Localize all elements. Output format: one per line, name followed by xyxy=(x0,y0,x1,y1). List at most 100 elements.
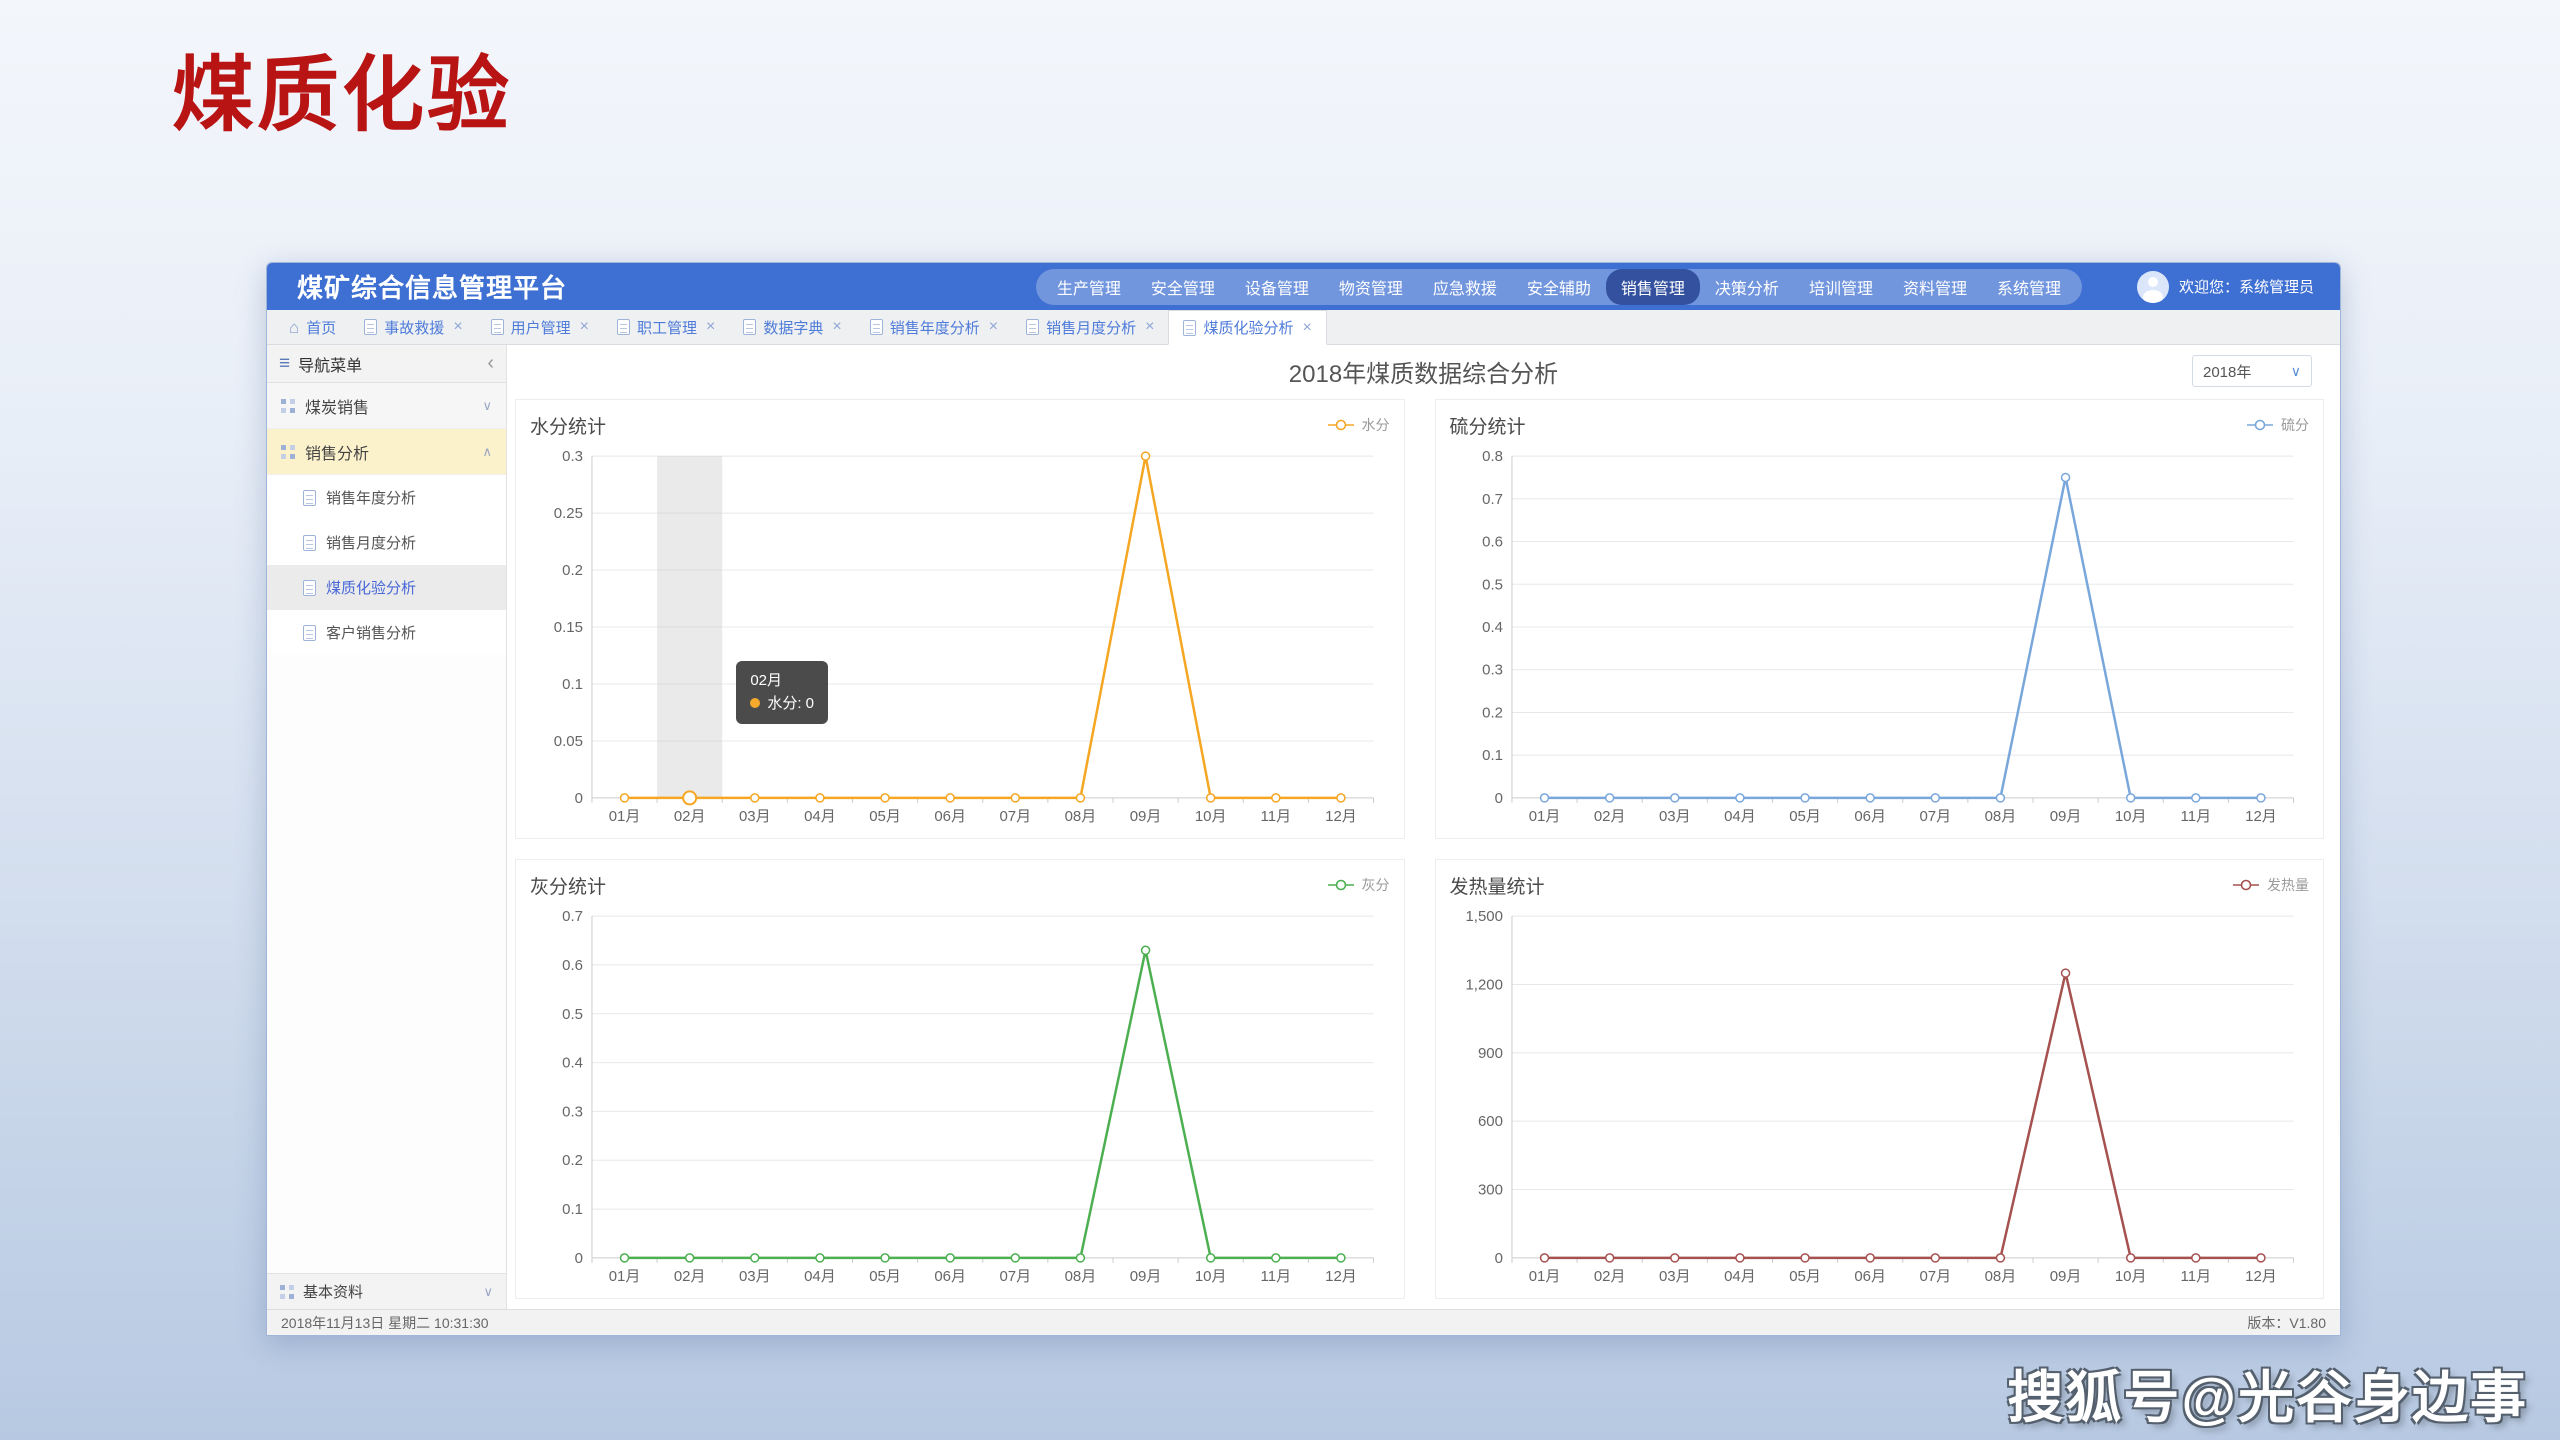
tab-data-dict[interactable]: 数据字典× xyxy=(729,310,855,344)
tab-coal-quality[interactable]: 煤质化验分析× xyxy=(1168,310,1326,345)
sidebar-item-coal-quality-analysis[interactable]: 煤质化验分析 xyxy=(267,565,506,610)
chart-plot-ash[interactable]: 00.10.20.30.40.50.60.701月02月03月04月05月06月… xyxy=(530,902,1390,1294)
chart-legend-moisture[interactable]: 水分 xyxy=(1326,415,1390,435)
nav-item-materials[interactable]: 物资管理 xyxy=(1324,269,1418,305)
y-tick-label: 1,500 xyxy=(1465,908,1503,925)
data-point xyxy=(1605,1254,1613,1262)
x-tick-label: 03月 xyxy=(1658,808,1690,825)
content-header: 2018年煤质数据综合分析 2018年 ∨ xyxy=(507,345,2340,397)
nav-item-sales[interactable]: 销售管理 xyxy=(1606,269,1700,305)
x-tick-label: 01月 xyxy=(609,1268,641,1285)
sidebar-header-label: 导航菜单 xyxy=(298,352,362,376)
chart-canvas-moisture[interactable]: 00.050.10.150.20.250.301月02月03月04月05月06月… xyxy=(530,442,1390,834)
x-tick-label: 09月 xyxy=(1130,1268,1162,1285)
x-tick-label: 11月 xyxy=(1261,808,1292,825)
nav-item-archives[interactable]: 资料管理 xyxy=(1888,269,1982,305)
document-icon xyxy=(364,319,377,335)
chart-panel-header: 发热量统计 发热量 xyxy=(1450,868,2310,902)
close-icon[interactable]: × xyxy=(580,318,589,336)
data-point xyxy=(816,1254,824,1262)
nav-item-safety-assist[interactable]: 安全辅助 xyxy=(1512,269,1606,305)
chart-panel-header: 水分统计 水分 xyxy=(530,408,1390,442)
data-point xyxy=(2126,794,2134,802)
chart-legend-sulfur[interactable]: 硫分 xyxy=(2245,415,2309,435)
nav-item-equipment[interactable]: 设备管理 xyxy=(1230,269,1324,305)
nav-item-production[interactable]: 生产管理 xyxy=(1042,269,1136,305)
sidebar-group-coal-sales[interactable]: 煤炭销售∨ xyxy=(267,383,506,429)
nav-item-decision[interactable]: 决策分析 xyxy=(1700,269,1794,305)
chart-plot-calorific[interactable]: 03006009001,2001,50001月02月03月04月05月06月07… xyxy=(1450,902,2310,1294)
close-icon[interactable]: × xyxy=(706,318,715,336)
chevron-down-icon: ∨ xyxy=(2291,363,2301,380)
nav-item-safety[interactable]: 安全管理 xyxy=(1136,269,1230,305)
chart-canvas-ash[interactable]: 00.10.20.30.40.50.60.701月02月03月04月05月06月… xyxy=(530,902,1390,1294)
close-icon[interactable]: × xyxy=(1302,319,1311,337)
sidebar-item-label: 客户销售分析 xyxy=(326,622,416,643)
x-tick-label: 10月 xyxy=(2114,1268,2146,1285)
chart-legend-ash[interactable]: 灰分 xyxy=(1326,875,1390,895)
y-tick-label: 0.3 xyxy=(1482,662,1503,679)
close-icon[interactable]: × xyxy=(453,318,462,336)
sidebar-header[interactable]: ≡ 导航菜单 ‹ xyxy=(267,345,506,383)
tab-home[interactable]: ⌂ 首页 xyxy=(275,310,350,344)
y-tick-label: 0.5 xyxy=(1482,576,1503,593)
sidebar-item-basic-info[interactable]: 基本资料 ∨ xyxy=(267,1273,506,1309)
chart-canvas-sulfur[interactable]: 00.10.20.30.40.50.60.70.801月02月03月04月05月… xyxy=(1450,442,2310,834)
page-background: 煤质化验 煤矿综合信息管理平台 生产管理安全管理设备管理物资管理应急救援安全辅助… xyxy=(0,0,2560,1440)
menu-layers-icon: ≡ xyxy=(279,354,290,373)
y-tick-label: 0.3 xyxy=(562,448,583,465)
year-select[interactable]: 2018年 ∨ xyxy=(2192,355,2312,387)
close-icon[interactable]: × xyxy=(832,318,841,336)
tab-label: 用户管理 xyxy=(511,317,571,338)
x-tick-label: 10月 xyxy=(1195,808,1227,825)
chart-title: 水分统计 xyxy=(530,412,606,439)
home-icon: ⌂ xyxy=(289,319,299,336)
x-tick-label: 11月 xyxy=(2180,1268,2211,1285)
nav-item-emergency[interactable]: 应急救援 xyxy=(1418,269,1512,305)
sidebar-item-sales-monthly-analysis[interactable]: 销售月度分析 xyxy=(267,520,506,565)
chart-canvas-calorific[interactable]: 03006009001,2001,50001月02月03月04月05月06月07… xyxy=(1450,902,2310,1294)
chart-legend-calorific[interactable]: 发热量 xyxy=(2231,875,2309,895)
y-tick-label: 0.4 xyxy=(1482,619,1503,636)
data-point xyxy=(1801,1254,1809,1262)
chart-plot-moisture[interactable]: 00.050.10.150.20.250.301月02月03月04月05月06月… xyxy=(530,442,1390,834)
tab-sales-annual[interactable]: 销售年度分析× xyxy=(856,310,1012,344)
y-tick-label: 0.1 xyxy=(1482,747,1503,764)
data-point xyxy=(1142,946,1150,954)
sidebar-item-customer-sales-analysis[interactable]: 客户销售分析 xyxy=(267,610,506,655)
x-tick-label: 04月 xyxy=(804,1268,836,1285)
x-tick-label: 07月 xyxy=(1919,1268,1951,1285)
tab-accident[interactable]: 事故救援× xyxy=(350,310,476,344)
y-tick-label: 0.8 xyxy=(1482,448,1503,465)
x-tick-label: 01月 xyxy=(1528,808,1560,825)
user-area[interactable]: 欢迎您：系统管理员 xyxy=(2137,271,2314,303)
series-line xyxy=(625,950,1341,1258)
x-tick-label: 02月 xyxy=(1593,1268,1625,1285)
close-icon[interactable]: × xyxy=(1145,318,1154,336)
close-icon[interactable]: × xyxy=(989,318,998,336)
tab-sales-monthly[interactable]: 销售月度分析× xyxy=(1012,310,1168,344)
chart-title: 发热量统计 xyxy=(1450,872,1545,899)
nav-item-system[interactable]: 系统管理 xyxy=(1982,269,2076,305)
data-point xyxy=(1142,452,1150,460)
tab-label: 职工管理 xyxy=(637,317,697,338)
tab-staff-mgmt[interactable]: 职工管理 × xyxy=(603,310,729,344)
sidebar-group-sales-analysis[interactable]: 销售分析∧ xyxy=(267,429,506,475)
y-tick-label: 0.2 xyxy=(1482,704,1503,721)
sidebar-footer-label: 基本资料 xyxy=(303,1281,363,1302)
data-point xyxy=(881,794,889,802)
x-tick-label: 05月 xyxy=(869,808,901,825)
legend-marker-icon xyxy=(1326,419,1356,431)
sidebar-collapse-icon[interactable]: ‹ xyxy=(487,352,494,375)
chart-plot-sulfur[interactable]: 00.10.20.30.40.50.60.70.801月02月03月04月05月… xyxy=(1450,442,2310,834)
tab-label: 首页 xyxy=(306,317,336,338)
sidebar-item-label: 销售年度分析 xyxy=(326,487,416,508)
data-point xyxy=(2061,473,2069,481)
tab-user-mgmt[interactable]: 用户管理 × xyxy=(477,310,603,344)
data-point xyxy=(1337,794,1345,802)
sidebar-item-sales-annual-analysis[interactable]: 销售年度分析 xyxy=(267,475,506,520)
data-point xyxy=(1670,794,1678,802)
x-tick-label: 02月 xyxy=(1593,808,1625,825)
nav-item-training[interactable]: 培训管理 xyxy=(1794,269,1888,305)
sidebar-group-label: 销售分析 xyxy=(305,440,369,464)
